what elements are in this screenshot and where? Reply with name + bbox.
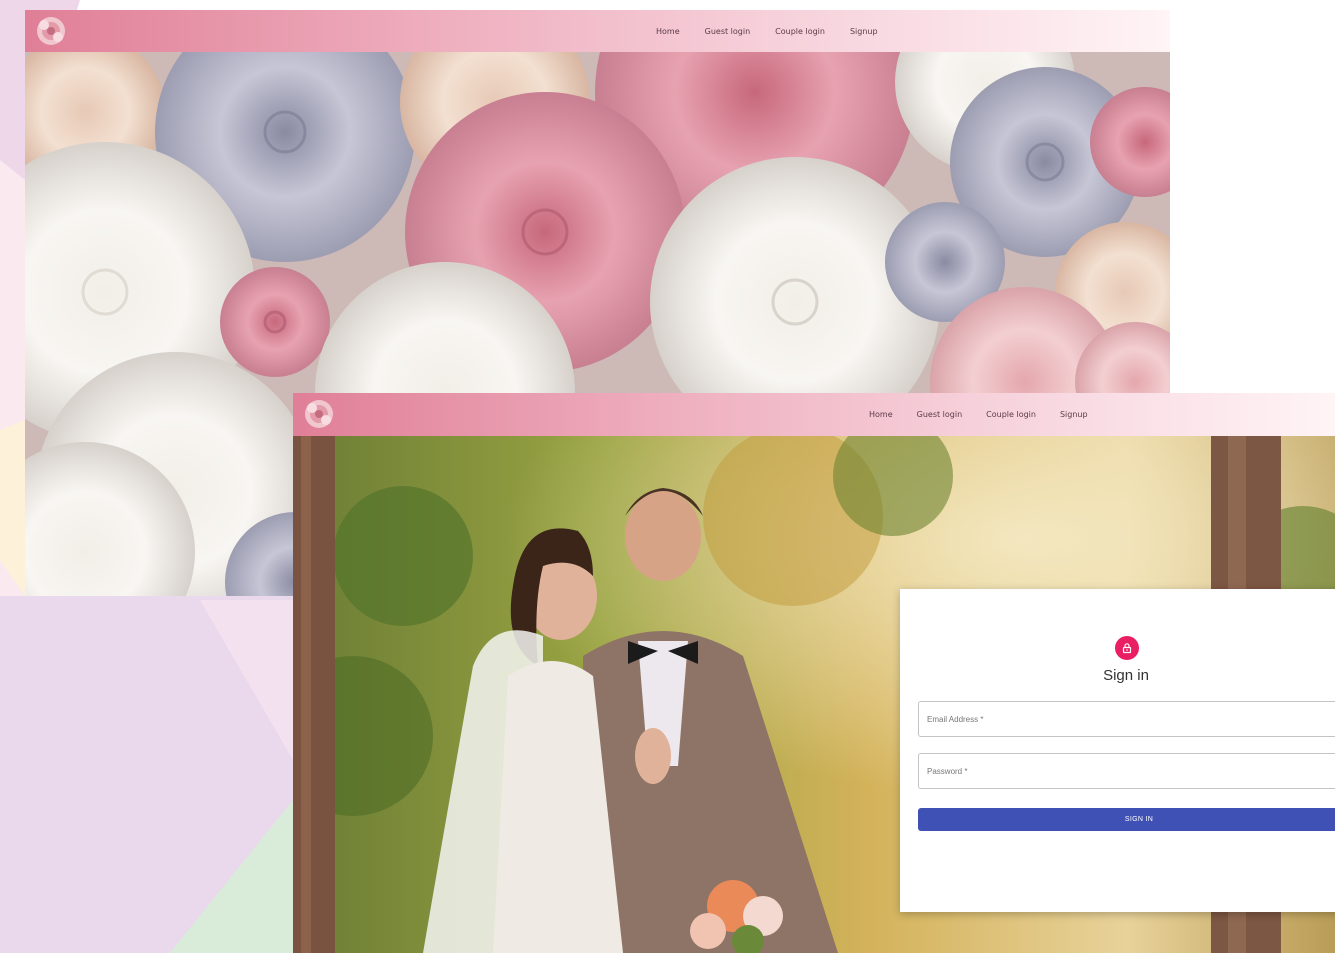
nav-home[interactable]: Home bbox=[656, 27, 680, 36]
nav-guest-login[interactable]: Guest login bbox=[705, 27, 751, 36]
email-input[interactable] bbox=[919, 702, 1335, 736]
nav-couple-login[interactable]: Couple login bbox=[986, 410, 1036, 419]
top-navbar: Home Guest login Couple login Signup bbox=[293, 393, 1335, 436]
email-field[interactable] bbox=[918, 701, 1335, 737]
nav-links: Home Guest login Couple login Signup bbox=[869, 393, 1112, 436]
signin-title: Sign in bbox=[1103, 667, 1149, 684]
rose-logo-icon[interactable] bbox=[301, 396, 337, 432]
rose-logo-icon[interactable] bbox=[33, 13, 69, 49]
nav-links: Home Guest login Couple login Signup bbox=[656, 10, 903, 52]
couple-login-screenshot: Home Guest login Couple login Signup Sig… bbox=[293, 393, 1335, 953]
password-field[interactable] bbox=[918, 753, 1335, 789]
nav-signup[interactable]: Signup bbox=[1060, 410, 1088, 419]
nav-guest-login[interactable]: Guest login bbox=[917, 410, 963, 419]
nav-couple-login[interactable]: Couple login bbox=[775, 27, 825, 36]
nav-home[interactable]: Home bbox=[869, 410, 893, 419]
nav-signup[interactable]: Signup bbox=[850, 27, 878, 36]
signin-button[interactable]: SIGN IN bbox=[918, 808, 1335, 831]
password-input[interactable] bbox=[919, 754, 1335, 788]
top-navbar: Home Guest login Couple login Signup bbox=[25, 10, 1170, 52]
lock-icon bbox=[1115, 636, 1139, 660]
signin-card: Sign in SIGN IN bbox=[900, 589, 1335, 912]
